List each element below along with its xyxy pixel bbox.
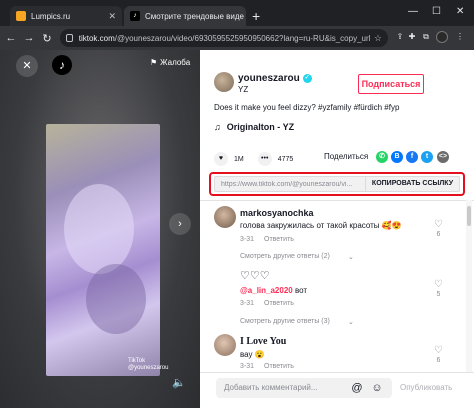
url-text: tiktok.com/@youneszarou/video/6930595525… (78, 33, 370, 43)
red-highlight-annotation (209, 172, 465, 196)
video-player[interactable]: ✕ ♪ ⚑ Жалоба › 🔈 TikTok @youneszarou (0, 50, 200, 408)
comment-like-count: 5 (436, 291, 441, 298)
comment-date: 3-31 (240, 363, 255, 370)
post-comment-button[interactable]: Опубликовать (400, 383, 452, 392)
video-highlight (64, 184, 134, 274)
comment-date: 3-31 (240, 300, 255, 307)
like-icon[interactable]: ♥ (214, 152, 228, 166)
comment-text: вау 😮 (240, 350, 265, 359)
back-icon[interactable]: ← (4, 32, 18, 44)
share-label: Поделиться (324, 152, 369, 161)
vk-icon[interactable]: B (391, 151, 403, 163)
video-stats: ♥ 1M ••• 4775 (214, 152, 293, 166)
sound-link[interactable]: ♫ Originalton - YZ (214, 122, 294, 132)
flag-icon: ⚑ (150, 58, 158, 67)
view-replies-button[interactable]: Смотреть другие ответы (3) (240, 318, 330, 325)
watermark-user: @youneszarou (128, 365, 169, 371)
toolbar: ← → ↻ tiktok.com/@youneszarou/video/6930… (0, 26, 474, 50)
facebook-icon[interactable]: f (406, 151, 418, 163)
comment-like[interactable]: ♡ 6 (434, 346, 443, 366)
comment-count: 4775 (277, 155, 294, 163)
reply-button[interactable]: Ответить (264, 300, 294, 307)
menu-icon[interactable]: ⋮ (454, 31, 466, 43)
maximize-icon[interactable]: ☐ (432, 6, 441, 17)
report-button[interactable]: ⚑ Жалоба (150, 58, 190, 67)
commenter-avatar[interactable] (214, 334, 236, 356)
tab-tiktok[interactable]: ♪ Смотрите трендовые виде ✕ (124, 6, 246, 26)
heart-icon: ♡ (434, 279, 443, 290)
whatsapp-icon[interactable]: ✆ (376, 151, 388, 163)
heart-icon: ♡ (434, 219, 443, 230)
share-page-icon[interactable]: ⇪ (394, 31, 406, 43)
verified-icon: ✓ (302, 74, 312, 83)
star-icon[interactable]: ☆ (374, 33, 382, 44)
mention-icon[interactable]: @ (350, 381, 364, 395)
scrollbar-thumb[interactable] (467, 206, 471, 226)
author-avatar[interactable] (214, 72, 234, 92)
mention-link[interactable]: @a_lin_a2020 (240, 286, 293, 295)
comment-like[interactable]: ♡ 6 (434, 220, 443, 240)
tiktok-logo-icon[interactable]: ♪ (52, 55, 72, 75)
reload-icon[interactable]: ↻ (40, 32, 54, 45)
comment-icon[interactable]: ••• (257, 152, 272, 166)
tiktok-watermark: TikTok @youneszarou (128, 358, 168, 372)
comment-like[interactable]: ♡ 5 (434, 280, 443, 300)
video-caption: Does it make you feel dizzy? #yzfamily #… (214, 103, 400, 112)
comment-text: голова закружилась от такой красоты 🥰😍 (240, 221, 402, 230)
video-shadow (86, 264, 146, 334)
extensions-icon[interactable]: ✚ (406, 31, 418, 43)
tab-strip: Lumpics.ru ✕ ♪ Смотрите трендовые виде ✕… (0, 0, 474, 26)
close-video-icon[interactable]: ✕ (16, 55, 38, 77)
video-frame[interactable] (46, 124, 160, 376)
comment-mention-line: @a_lin_a2020 вот (240, 286, 308, 295)
lock-icon (66, 34, 73, 42)
commenter-avatar[interactable] (214, 268, 236, 290)
chevron-down-icon[interactable]: ⌄ (348, 253, 354, 261)
reply-button[interactable]: Ответить (264, 236, 294, 243)
comments-divider (200, 200, 474, 201)
comment-like-count: 6 (436, 231, 441, 238)
watermark-brand: TikTok (128, 358, 146, 364)
like-count: 1M (234, 155, 244, 163)
commenter-avatar[interactable] (214, 206, 236, 228)
minimize-icon[interactable]: — (408, 6, 418, 17)
author-username[interactable]: youneszarou ✓ (238, 73, 312, 84)
new-tab-button[interactable]: + (252, 8, 260, 24)
follow-button[interactable]: Подписаться (358, 74, 424, 94)
heart-icon: ♡ (434, 345, 443, 356)
music-note-icon: ♫ (214, 122, 221, 132)
twitter-icon[interactable]: t (421, 151, 433, 163)
forward-icon[interactable]: → (22, 32, 36, 44)
emoji-icon[interactable]: ☺ (370, 381, 384, 395)
address-bar[interactable]: tiktok.com/@youneszarou/video/6930595525… (60, 29, 388, 47)
profile-avatar[interactable] (436, 31, 448, 43)
close-tab-icon[interactable]: ✕ (108, 11, 116, 22)
browser-window: Lumpics.ru ✕ ♪ Смотрите трендовые виде ✕… (0, 0, 474, 413)
comment-date: 3-31 (240, 236, 255, 243)
next-video-icon[interactable]: › (169, 213, 191, 235)
tab-lumpics[interactable]: Lumpics.ru ✕ (10, 6, 122, 26)
comment-author[interactable]: markosyanochka (240, 208, 314, 218)
page-content: ✕ ♪ ⚑ Жалоба › 🔈 TikTok @youneszarou you… (0, 50, 474, 413)
chevron-down-icon[interactable]: ⌄ (348, 318, 354, 326)
comment-text: ♡♡♡ (240, 270, 270, 282)
puzzle-icon[interactable]: ⧉ (420, 31, 432, 43)
reply-button[interactable]: Ответить (264, 363, 294, 370)
tab-title: Lumpics.ru (31, 11, 71, 21)
comment-like-count: 6 (436, 357, 441, 364)
tiktok-favicon-icon: ♪ (130, 11, 140, 21)
comment-input[interactable]: Добавить комментарий... (216, 378, 392, 398)
close-window-icon[interactable]: ✕ (456, 6, 464, 17)
tab-title: Смотрите трендовые виде (145, 11, 244, 21)
volume-icon[interactable]: 🔈 (172, 376, 186, 389)
embed-icon[interactable]: <> (437, 151, 449, 163)
view-replies-button[interactable]: Смотреть другие ответы (2) (240, 253, 330, 260)
comment-author[interactable]: I Love You (240, 336, 286, 347)
lumpics-favicon-icon (16, 11, 26, 21)
author-nickname: YZ (238, 85, 249, 94)
